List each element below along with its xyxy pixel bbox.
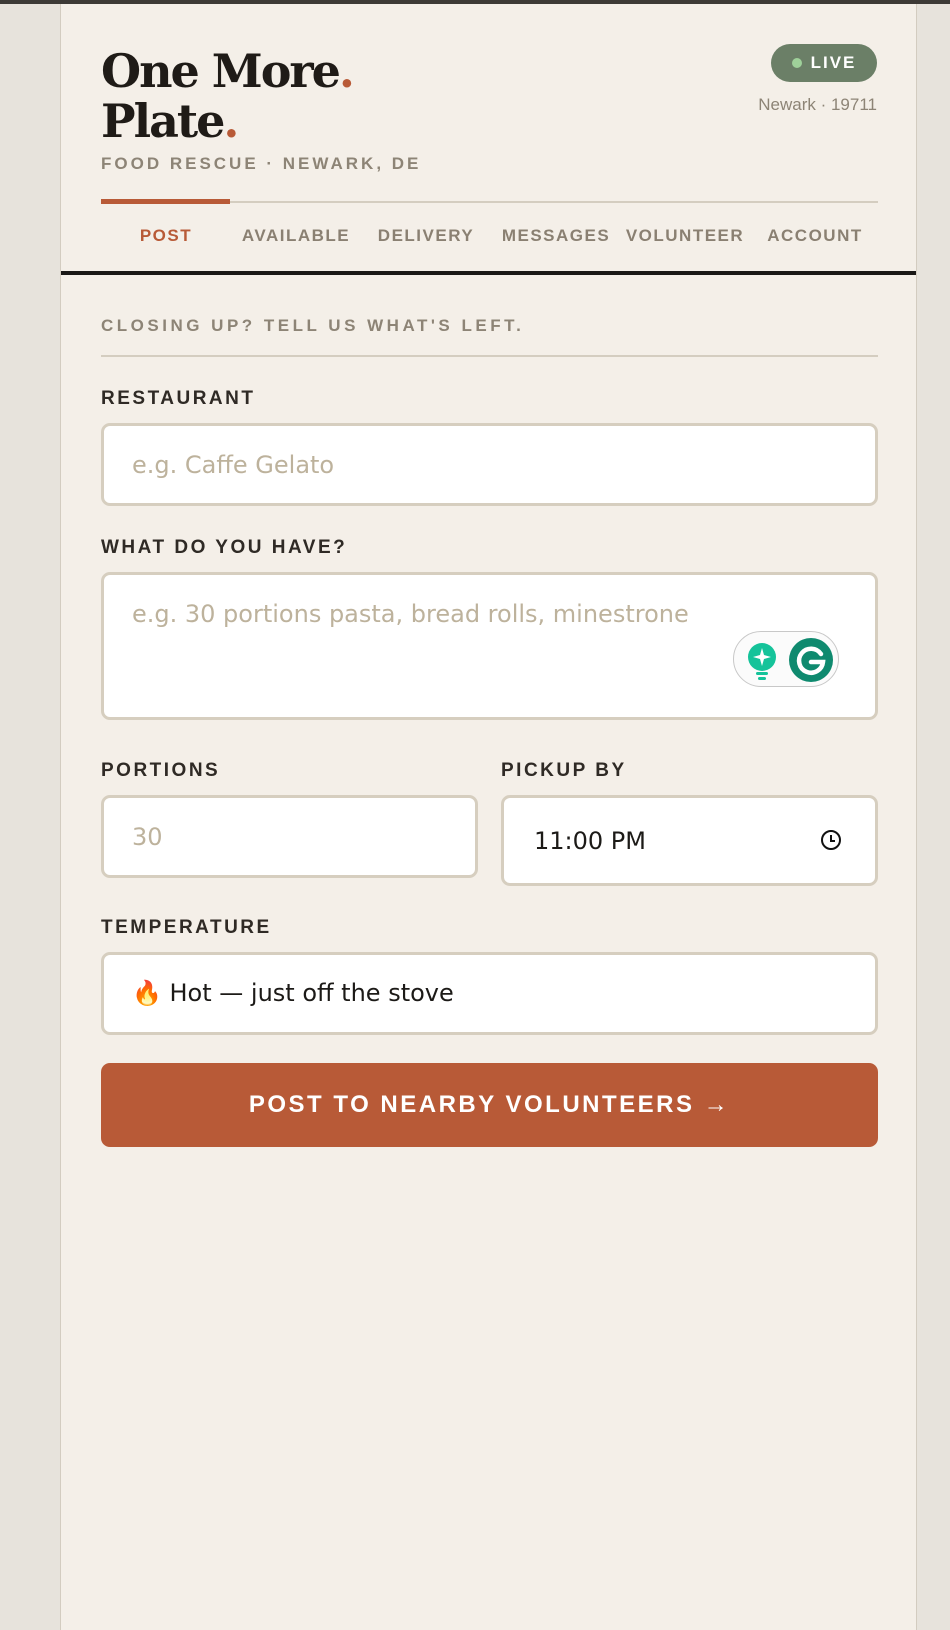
tab-nav: POST AVAILABLE DELIVERY MESSAGES VOLUNTE… [101,226,878,256]
tab-post[interactable]: POST [101,226,231,246]
brand-logo[interactable]: One More. Plate. [101,44,355,148]
temperature-value: 🔥 Hot — just off the stove [132,979,454,1007]
post-to-volunteers-button[interactable]: POST TO NEARBY VOLUNTEERS → [101,1063,878,1147]
status-dot-icon [791,58,802,68]
items-textarea[interactable]: e.g. 30 portions pasta, bread rolls, min… [101,572,878,720]
items-placeholder: e.g. 30 portions pasta, bread rolls, min… [132,600,689,628]
pickup-label: PICKUP BY [501,760,627,781]
tab-messages[interactable]: MESSAGES [491,226,621,246]
portions-placeholder: 30 [132,823,163,851]
pickup-time-value: 11:00 PM [534,827,646,855]
location-label: Newark · 19711 [758,95,877,114]
grammarly-widget[interactable] [733,631,839,687]
tab-available[interactable]: AVAILABLE [231,226,361,246]
temperature-select[interactable]: 🔥 Hot — just off the stove [101,952,878,1035]
live-status-badge: LIVE [771,44,877,82]
restaurant-placeholder: e.g. Caffe Gelato [132,451,335,479]
clock-icon[interactable] [821,830,841,850]
portions-label: PORTIONS [101,760,221,781]
tab-delivery[interactable]: DELIVERY [361,226,491,246]
tab-account[interactable]: ACCOUNT [750,226,880,246]
app-panel: One More. Plate. FOOD RESCUE · NEWARK, D… [60,4,917,1630]
live-label: LIVE [810,53,857,72]
temperature-label: TEMPERATURE [101,917,272,938]
grammarly-bulb-icon [748,643,776,680]
tab-volunteer[interactable]: VOLUNTEER [620,226,750,246]
section-divider [101,355,878,357]
restaurant-label: RESTAURANT [101,388,256,409]
section-title: CLOSING UP? TELL US WHAT'S LEFT. [101,316,525,335]
grammarly-g-icon [789,638,833,682]
portions-input[interactable]: 30 [101,795,478,878]
pickup-time-input[interactable]: 11:00 PM [501,795,878,886]
brand-line-1: One More. [101,44,355,98]
items-label: WHAT DO YOU HAVE? [101,537,348,558]
brand-line-2: Plate. [101,94,239,148]
brand-tagline: FOOD RESCUE · NEWARK, DE [101,154,422,173]
active-tab-indicator [101,199,230,204]
nav-bottom-rule [61,271,916,275]
restaurant-input[interactable]: e.g. Caffe Gelato [101,423,878,506]
